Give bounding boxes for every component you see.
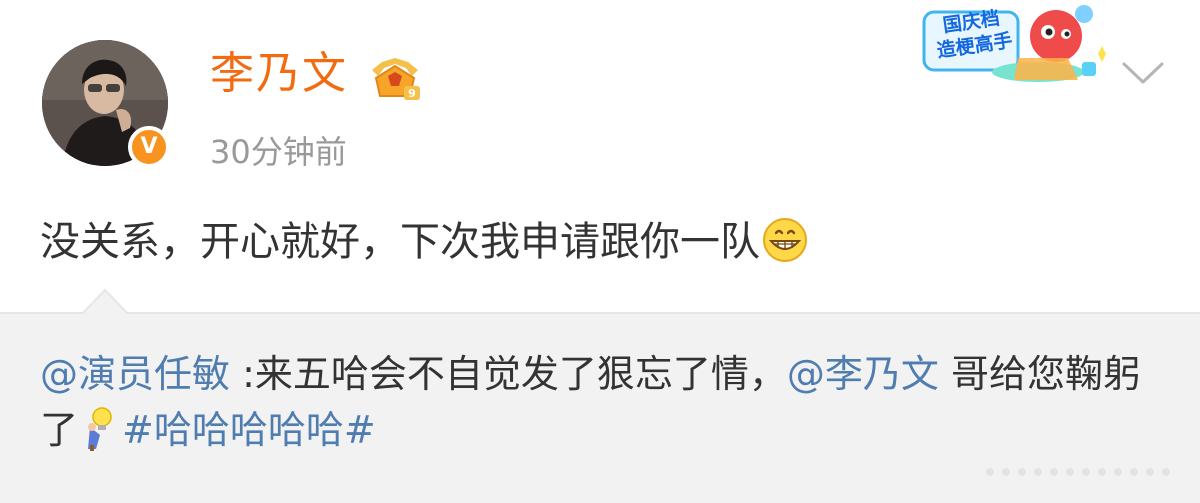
avatar[interactable]: V [42, 40, 170, 168]
festival-badge[interactable]: 国庆档 造梗高手 [918, 2, 1114, 88]
post-content: 没关系，开心就好，下次我申请跟你一队 [40, 216, 808, 268]
user-name-link[interactable]: 李乃文 [210, 52, 348, 96]
mention-link-renmin[interactable]: @演员任敏 [40, 352, 230, 396]
watermark-dots [986, 468, 1170, 476]
topic-link[interactable]: #哈哈哈哈哈# [122, 408, 376, 452]
repost-text-1: :来五哈会不自觉发了狠忘了情， [230, 352, 787, 396]
vip-level: 9 [408, 87, 416, 100]
post-card: V 李乃文 9 30分钟前 国庆档 造梗高手 没关系，开心就好，下次我申请跟你一… [0, 0, 1200, 310]
verified-badge-icon: V [128, 126, 170, 168]
post-text: 没关系，开心就好，下次我申请跟你一队 [40, 219, 760, 265]
repost-pointer [82, 288, 128, 314]
mention-link-linaiwen[interactable]: @李乃文 [787, 352, 939, 396]
bowing-lightbulb-emoji-icon [88, 407, 112, 451]
grinning-face-emoji-icon [763, 218, 807, 262]
vip-crown-icon[interactable]: 9 [366, 56, 424, 104]
chevron-down-icon[interactable] [1120, 56, 1166, 90]
post-timestamp[interactable]: 30分钟前 [210, 136, 347, 168]
repost-content: @演员任敏 :来五哈会不自觉发了狠忘了情，@李乃文 哥给您鞠躬了 #哈哈哈哈哈# [40, 346, 1170, 458]
